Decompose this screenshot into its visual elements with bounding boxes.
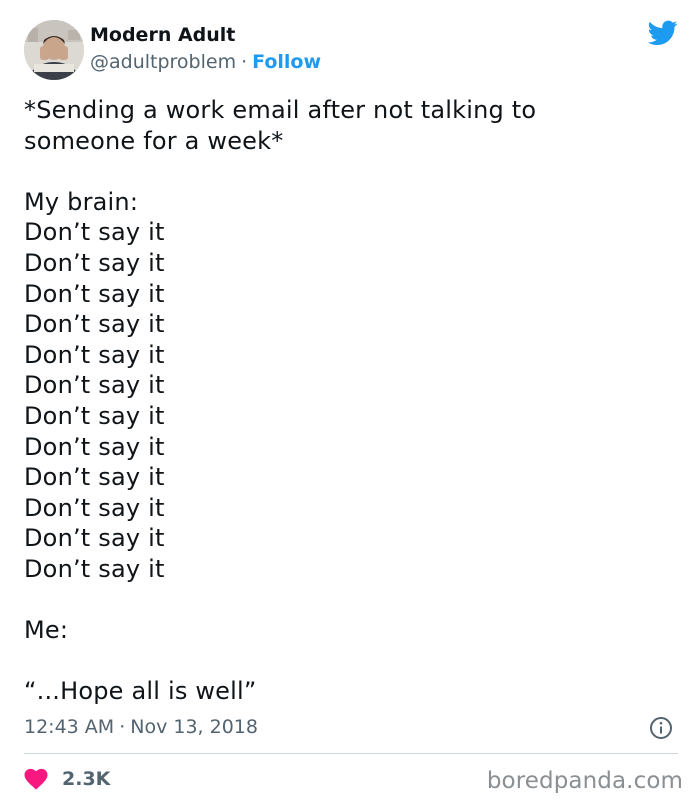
author-handle[interactable]: @adultproblem [90,51,236,73]
heart-icon [24,768,48,790]
tweet-line: Don’t say it [24,218,165,247]
tweet-line: Don’t say it [24,493,165,522]
tweet-line: My brain: [24,187,139,216]
tweet-line: someone for a week* [24,126,284,155]
author-handle-row: @adultproblem · Follow [90,49,321,75]
tweet-meta: 12:43 AM · Nov 13, 2018 [24,714,258,740]
like-button[interactable]: 2.3K [24,765,110,793]
watermark: boredpanda.com [486,768,683,794]
tweet-line: *Sending a work email after not talking … [24,96,537,124]
tweet-date[interactable]: Nov 13, 2018 [130,716,258,738]
info-icon[interactable] [649,716,673,740]
meta-separator: · [119,716,126,738]
tweet-line: Don’t say it [24,401,165,430]
tweet-line: Me: [24,616,69,645]
tweet-line: Don’t say it [24,248,165,277]
tweet-line: Don’t say it [24,463,165,492]
handle-separator: · [241,51,248,73]
tweet-time[interactable]: 12:43 AM [24,716,114,738]
tweet-line: Don’t say it [24,279,165,308]
tweet-card: Modern Adult @adultproblem · Follow *Sendi… [0,0,700,807]
avatar[interactable] [24,20,84,80]
like-count: 2.3K [62,768,111,790]
tweet-text: *Sending a work email after not talking … [24,95,664,707]
tweet-line: Don’t say it [24,432,165,461]
tweet-line: “...Hope all is well” [24,677,257,706]
divider [24,753,678,754]
avatar-image [24,20,84,80]
tweet-line: Don’t say it [24,310,165,339]
tweet-line: Don’t say it [24,340,165,369]
tweet-line: Don’t say it [24,524,165,553]
twitter-bird-icon[interactable] [648,20,678,46]
author-name[interactable]: Modern Adult [90,22,235,48]
tweet-line: Don’t say it [24,371,165,400]
tweet-line: Don’t say it [24,554,165,583]
follow-button[interactable]: Follow [252,51,321,73]
